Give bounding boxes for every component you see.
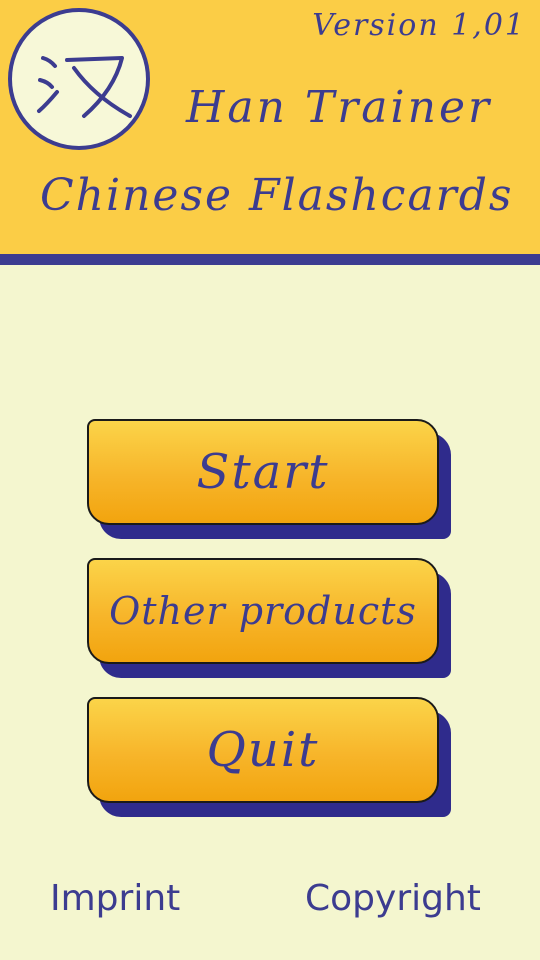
- quit-button-label: Quit: [87, 697, 439, 803]
- app-title: Han Trainer: [186, 82, 493, 133]
- imprint-link[interactable]: Imprint: [50, 878, 180, 919]
- start-button[interactable]: Start: [87, 419, 451, 539]
- version-label: Version 1,01: [312, 8, 526, 43]
- start-button-label: Start: [87, 419, 439, 525]
- other-products-button-label: Other products: [87, 558, 439, 664]
- app-subtitle: Chinese Flashcards: [40, 170, 514, 221]
- han-character-logo: [8, 8, 150, 150]
- han-glyph-icon: [37, 56, 132, 118]
- quit-button[interactable]: Quit: [87, 697, 451, 817]
- app-header: Version 1,01 Han Trainer Chinese Flashca…: [0, 0, 540, 254]
- copyright-link[interactable]: Copyright: [305, 878, 481, 919]
- other-products-button[interactable]: Other products: [87, 558, 451, 678]
- header-divider: [0, 254, 540, 265]
